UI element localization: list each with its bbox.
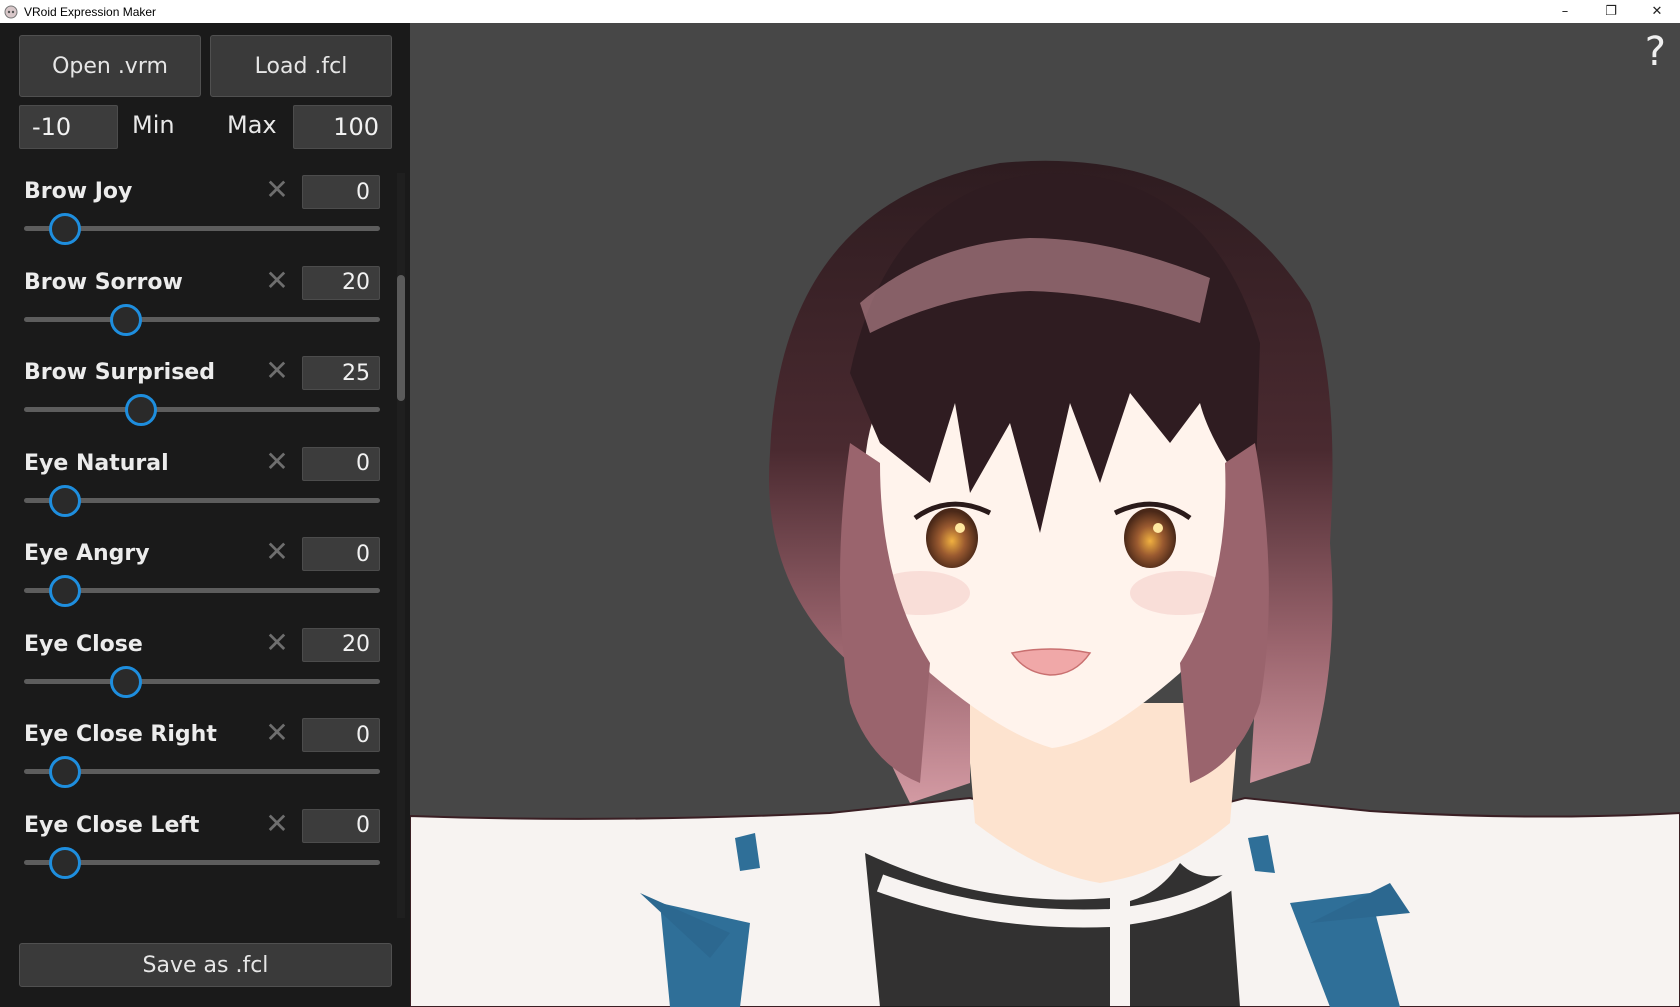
reset-icon[interactable]: ✕ xyxy=(264,627,290,658)
slider-thumb[interactable] xyxy=(110,303,143,336)
load-fcl-button[interactable]: Load .fcl xyxy=(210,35,392,97)
expression-value-input[interactable]: 20 xyxy=(302,265,380,300)
slider-thumb[interactable] xyxy=(49,484,82,517)
expression-value-input[interactable]: 0 xyxy=(302,808,380,843)
expression-label: Eye Close xyxy=(24,631,143,657)
app-icon xyxy=(4,5,18,18)
expression-row: Eye Natural ✕ 0 xyxy=(0,446,395,538)
expression-row: Eye Angry ✕ 0 xyxy=(0,537,395,628)
expression-label: Eye Angry xyxy=(24,541,150,566)
slider-thumb[interactable] xyxy=(49,846,82,879)
slider-track[interactable] xyxy=(24,316,380,322)
slider-thumb[interactable] xyxy=(49,756,82,788)
expression-row: Eye Close Right ✕ 0 xyxy=(0,718,395,809)
expression-value-input[interactable]: 25 xyxy=(302,356,380,390)
expression-row: Eye Close ✕ 20 xyxy=(0,627,395,719)
reset-icon[interactable]: ✕ xyxy=(264,808,290,839)
minimize-button[interactable]: – xyxy=(1542,0,1588,23)
reset-icon[interactable]: ✕ xyxy=(264,718,290,748)
restore-button[interactable]: ❐ xyxy=(1588,0,1634,23)
min-value-input[interactable]: -10 xyxy=(19,105,118,149)
expression-label: Brow Surprised xyxy=(24,360,215,385)
reset-icon[interactable]: ✕ xyxy=(264,175,290,205)
expression-row: Eye Close Left ✕ 0 xyxy=(0,808,395,900)
close-button[interactable]: ✕ xyxy=(1634,0,1680,23)
slider-track[interactable] xyxy=(24,678,380,684)
reset-icon[interactable]: ✕ xyxy=(264,356,290,386)
reset-icon[interactable]: ✕ xyxy=(264,537,290,567)
open-vrm-button[interactable]: Open .vrm xyxy=(19,35,201,97)
slider-thumb[interactable] xyxy=(110,665,143,698)
slider-thumb[interactable] xyxy=(49,575,82,607)
expression-row: Brow Surprised ✕ 25 xyxy=(0,356,395,447)
expression-value-input[interactable]: 0 xyxy=(302,175,380,209)
min-label: Min xyxy=(132,111,175,139)
control-panel: Open .vrm Load .fcl -10 Min Max 100 Brow… xyxy=(0,23,410,1007)
reset-icon[interactable]: ✕ xyxy=(264,265,290,296)
model-viewport[interactable]: ? xyxy=(410,23,1680,1007)
expression-row: Brow Sorrow ✕ 20 xyxy=(0,265,395,357)
reset-icon[interactable]: ✕ xyxy=(264,446,290,477)
window-controls: – ❐ ✕ xyxy=(1542,0,1680,23)
save-fcl-button[interactable]: Save as .fcl xyxy=(19,943,392,987)
expression-value-input[interactable]: 0 xyxy=(302,718,380,752)
slider-track[interactable] xyxy=(24,407,380,412)
expression-value-input[interactable]: 0 xyxy=(302,537,380,571)
avatar-render xyxy=(410,160,1680,1007)
max-label: Max xyxy=(227,111,277,139)
slider-thumb[interactable] xyxy=(125,394,158,426)
title-bar: VRoid Expression Maker – ❐ ✕ xyxy=(0,0,1680,23)
expression-label: Brow Sorrow xyxy=(24,269,183,295)
expression-value-input[interactable]: 20 xyxy=(302,627,380,662)
expression-list[interactable]: Brow Joy ✕ 0 Brow Sorrow ✕ 20 Brow Surprised ✕ 2… xyxy=(0,173,395,918)
scrollbar-thumb[interactable] xyxy=(397,275,405,401)
expression-row: Brow Joy ✕ 0 xyxy=(0,175,395,266)
help-button[interactable]: ? xyxy=(1645,29,1666,75)
slider-thumb[interactable] xyxy=(49,213,82,245)
expression-label: Eye Close Left xyxy=(24,812,200,838)
expression-label: Eye Close Right xyxy=(24,722,217,747)
expression-label: Eye Natural xyxy=(24,450,169,476)
expression-label: Brow Joy xyxy=(24,179,133,204)
window-title: VRoid Expression Maker xyxy=(24,4,157,19)
expression-value-input[interactable]: 0 xyxy=(302,446,380,481)
max-value-input[interactable]: 100 xyxy=(293,105,392,149)
